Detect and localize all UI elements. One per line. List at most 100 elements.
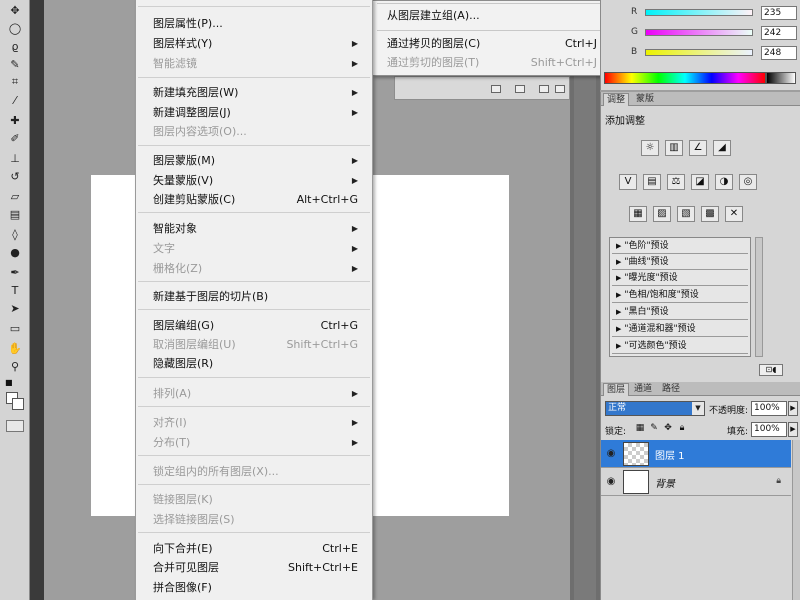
- tab-masks[interactable]: 蒙版: [633, 93, 657, 106]
- brush-tool-icon[interactable]: ✐: [6, 130, 24, 146]
- preset-levels[interactable]: ▶ "色阶"预设: [612, 239, 748, 254]
- menu-item-layer-content-options[interactable]: 图层内容选项(O)...: [153, 122, 358, 141]
- menu-item-layer-properties[interactable]: 图层属性(P)...: [153, 14, 358, 33]
- opacity-slider-arrow-icon[interactable]: ▶: [788, 401, 798, 416]
- menu-item-ungroup-layers[interactable]: 取消图层编组(U) Shift+Ctrl+G: [153, 335, 358, 354]
- preset-hue-saturation[interactable]: ▶ "色相/饱和度"预设: [612, 288, 748, 303]
- fill-input[interactable]: 100%: [751, 422, 787, 437]
- default-colors-icon[interactable]: ■: [5, 378, 13, 387]
- preset-black-white[interactable]: ▶ "黑白"预设: [612, 305, 748, 320]
- menu-item-hide-layers[interactable]: 隐藏图层(R): [153, 354, 358, 373]
- crop-tool-icon[interactable]: ⌗: [6, 74, 24, 90]
- preset-selective-color[interactable]: ▶ "可选颜色"预设: [612, 339, 748, 354]
- menu-item-select-linked-layers[interactable]: 选择链接图层(S): [153, 510, 358, 529]
- channel-value-input[interactable]: 248: [761, 46, 797, 60]
- hand-tool-icon[interactable]: ✋: [6, 340, 24, 356]
- quick-select-tool-icon[interactable]: ✎: [6, 56, 24, 72]
- layer-row[interactable]: ◉ 图层 1: [601, 440, 791, 468]
- pen-tool-icon[interactable]: ✒: [6, 264, 24, 280]
- channel-slider[interactable]: [645, 9, 753, 16]
- channel-slider[interactable]: [645, 49, 753, 56]
- footer-button-icon[interactable]: [515, 85, 525, 93]
- gradient-tool-icon[interactable]: ▤: [6, 206, 24, 222]
- preset-exposure[interactable]: ▶ "曝光度"预设: [612, 271, 748, 286]
- visibility-eye-icon[interactable]: ◉: [605, 448, 617, 460]
- menu-item-flatten-image[interactable]: 拼合图像(F): [153, 578, 358, 597]
- curves-icon[interactable]: ∠: [689, 140, 707, 156]
- menu-item-new-fill-layer[interactable]: 新建填充图层(W) ▶: [153, 83, 358, 102]
- color-spectrum-ramp[interactable]: [604, 72, 766, 84]
- visibility-eye-icon[interactable]: ◉: [605, 476, 617, 488]
- preset-channel-mixer[interactable]: ▶ "通道混和器"预设: [612, 322, 748, 337]
- preset-curves[interactable]: ▶ "曲线"预设: [612, 255, 748, 270]
- submenu-item-layer-via-cut[interactable]: 通过剪切的图层(T) Shift+Ctrl+J: [387, 54, 597, 72]
- blend-mode-select[interactable]: 正常 ▼: [605, 401, 705, 416]
- vibrance-icon[interactable]: V: [619, 174, 637, 190]
- brightness-contrast-icon[interactable]: ☼: [641, 140, 659, 156]
- menu-item-align[interactable]: 对齐(I) ▶: [153, 413, 358, 432]
- menu-item-create-clipping-mask[interactable]: 创建剪贴蒙版(C) Alt+Ctrl+G: [153, 190, 358, 209]
- history-brush-tool-icon[interactable]: ↺: [6, 168, 24, 184]
- lock-image-icon[interactable]: ✎: [649, 423, 659, 434]
- lock-all-icon[interactable]: 🔒︎: [677, 423, 687, 434]
- threshold-icon[interactable]: ▧: [677, 206, 695, 222]
- channel-slider[interactable]: [645, 29, 753, 36]
- shape-tool-icon[interactable]: ▭: [6, 320, 24, 336]
- menu-item-vector-mask[interactable]: 矢量蒙版(V) ▶: [153, 171, 358, 190]
- levels-icon[interactable]: ▥: [665, 140, 683, 156]
- color-swatches[interactable]: ■: [4, 378, 26, 414]
- menu-item-merge-visible[interactable]: 合并可见图层 Shift+Ctrl+E: [153, 558, 358, 577]
- clip-to-layer-icon[interactable]: ⊡◖: [759, 364, 783, 376]
- healing-brush-tool-icon[interactable]: ✚: [6, 112, 24, 128]
- channel-value-input[interactable]: 235: [761, 6, 797, 20]
- menu-item-distribute[interactable]: 分布(T) ▶: [153, 433, 358, 452]
- new-button-icon[interactable]: [539, 85, 549, 93]
- menu-item-lock-all-layers-in-group[interactable]: 锁定组内的所有图层(X)...: [153, 462, 358, 481]
- lock-position-icon[interactable]: ✥: [663, 423, 673, 434]
- selective-color-icon[interactable]: ✕: [725, 206, 743, 222]
- menu-item-smart-filter[interactable]: 智能滤镜 ▶: [153, 54, 358, 73]
- menu-item-smart-objects[interactable]: 智能对象 ▶: [153, 219, 358, 238]
- menu-item-group-layers[interactable]: 图层编组(G) Ctrl+G: [153, 316, 358, 335]
- blur-tool-icon[interactable]: ◊: [6, 226, 24, 242]
- hue-saturation-icon[interactable]: ▤: [643, 174, 661, 190]
- eyedropper-tool-icon[interactable]: ⁄: [6, 92, 24, 108]
- tab-adjustments[interactable]: 调整: [603, 93, 630, 106]
- black-white-icon[interactable]: ◪: [691, 174, 709, 190]
- menu-item-layer-mask[interactable]: 图层蒙版(M) ▶: [153, 151, 358, 170]
- clone-stamp-tool-icon[interactable]: ⊥: [6, 150, 24, 166]
- color-balance-icon[interactable]: ⚖: [667, 174, 685, 190]
- channel-mixer-icon[interactable]: ◎: [739, 174, 757, 190]
- menu-item-new-adjustment-layer[interactable]: 新建调整图层(J) ▶: [153, 103, 358, 122]
- tab-layers[interactable]: 图层: [603, 383, 630, 396]
- type-tool-icon[interactable]: T: [6, 282, 24, 298]
- lasso-tool-icon[interactable]: ϱ: [6, 38, 24, 54]
- fill-slider-arrow-icon[interactable]: ▶: [788, 422, 798, 437]
- background-color-swatch[interactable]: [12, 398, 24, 410]
- layer-row[interactable]: ◉ 背景 🔒︎: [601, 468, 791, 496]
- menu-item-rasterize[interactable]: 栅格化(Z) ▶: [153, 259, 358, 278]
- zoom-tool-icon[interactable]: ⚲: [6, 358, 24, 374]
- exposure-icon[interactable]: ◢: [713, 140, 731, 156]
- menu-item-merge-down[interactable]: 向下合并(E) Ctrl+E: [153, 539, 358, 558]
- tab-channels[interactable]: 通道: [631, 383, 655, 396]
- move-tool-icon[interactable]: ✥: [6, 2, 24, 18]
- tab-paths[interactable]: 路径: [659, 383, 683, 396]
- menu-item-arrange[interactable]: 排列(A) ▶: [153, 384, 358, 403]
- quick-mask-icon[interactable]: [6, 420, 24, 432]
- menu-item-layer-style[interactable]: 图层样式(Y) ▶: [153, 34, 358, 53]
- gradient-map-icon[interactable]: ▩: [701, 206, 719, 222]
- dodge-tool-icon[interactable]: ●: [6, 244, 24, 260]
- marquee-tool-icon[interactable]: ◯: [6, 20, 24, 36]
- layers-scrollbar[interactable]: [792, 440, 800, 600]
- eraser-tool-icon[interactable]: ▱: [6, 188, 24, 204]
- submenu-item-layer-via-copy[interactable]: 通过拷贝的图层(C) Ctrl+J: [387, 35, 597, 53]
- grayscale-ramp[interactable]: [766, 72, 796, 84]
- submenu-item-group-from-layers[interactable]: 从图层建立组(A)...: [387, 7, 597, 25]
- menu-item-type[interactable]: 文字 ▶: [153, 239, 358, 258]
- presets-scrollbar[interactable]: [755, 237, 763, 357]
- footer-button-icon[interactable]: [491, 85, 501, 93]
- photo-filter-icon[interactable]: ◑: [715, 174, 733, 190]
- posterize-icon[interactable]: ▨: [653, 206, 671, 222]
- path-select-tool-icon[interactable]: ➤: [6, 300, 24, 316]
